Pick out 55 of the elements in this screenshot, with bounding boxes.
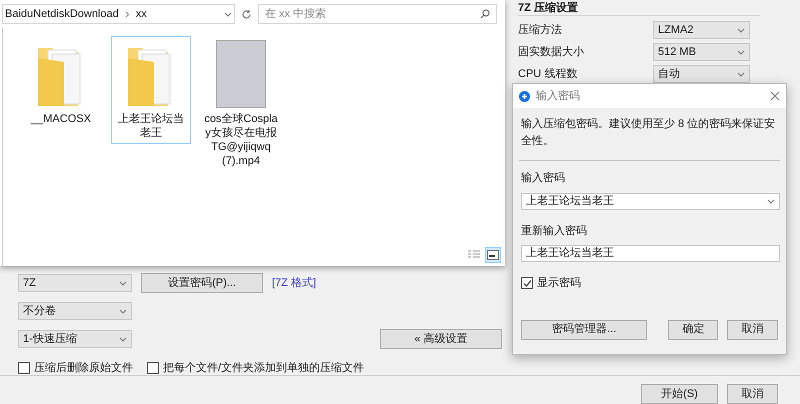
checkbox[interactable] (147, 362, 159, 374)
search-field[interactable]: 在 xx 中搜索 (258, 4, 497, 24)
setting-label: CPU 线程数 (518, 66, 578, 82)
dropdown[interactable]: LZMA2 (653, 21, 750, 39)
breadcrumb-item[interactable]: BaiduNetdiskDownload (5, 6, 119, 22)
file-name: cos全球Cosplay女孩尽在电报TG@yijiqwq(7).mp4 (203, 112, 279, 168)
setting-label: 固实数据大小 (518, 44, 585, 60)
address-bar[interactable]: BaiduNetdiskDownload xx (2, 4, 235, 24)
dropdown[interactable]: 自动 (653, 65, 750, 83)
checkbox-label: 把每个文件/文件夹添加到单独的压缩文件 (163, 360, 364, 376)
button[interactable]: 开始(S) (641, 384, 718, 404)
dropdown[interactable]: 512 MB (653, 43, 750, 61)
button[interactable]: « 高级设置 (380, 329, 502, 349)
file-item[interactable]: 上老王论坛当老王 (111, 36, 191, 144)
chevron-icon (737, 28, 745, 32)
button[interactable]: 取消 (727, 384, 778, 404)
chevron-icon (737, 50, 745, 54)
chevron-icon (119, 308, 127, 314)
dropdown[interactable]: 上老王论坛当老王 (521, 192, 780, 210)
section-title: 7Z 压缩设置 (518, 0, 579, 14)
chevron-icon (737, 72, 745, 76)
dialog-title: 输入密码 (536, 88, 580, 104)
button[interactable]: 密码管理器... (521, 320, 648, 340)
file-item[interactable]: __MACOSX (21, 36, 101, 130)
format-link[interactable]: [7Z 格式] (272, 274, 316, 292)
hint-text: 输入压缩包密码。建议使用至少 8 位的密码来保证安全性。 (521, 116, 776, 148)
checkbox[interactable] (521, 277, 533, 290)
field-label: 重新输入密码 (521, 224, 588, 238)
chevron-icon (119, 280, 127, 286)
breadcrumb-item[interactable]: xx (136, 6, 147, 22)
checkbox-label: 压缩后删除原始文件 (34, 360, 133, 376)
checkbox[interactable] (18, 362, 30, 374)
large-icons-view-icon[interactable] (485, 247, 501, 263)
button[interactable]: 设置密码(P)... (141, 273, 263, 293)
chevron-icon (124, 10, 130, 18)
app-icon (519, 90, 530, 102)
field-label: 输入密码 (521, 170, 566, 186)
file-item[interactable]: cos全球Cosplay女孩尽在电报TG@yijiqwq(7).mp4 (201, 36, 281, 172)
chevron-icon (119, 336, 127, 342)
search-icon (480, 9, 490, 19)
dropdown[interactable]: 1-快速压缩 (18, 330, 132, 348)
refresh-icon[interactable] (241, 8, 252, 20)
button[interactable]: 取消 (727, 320, 778, 340)
close-icon[interactable] (770, 91, 780, 101)
input-field[interactable]: 上老王论坛当老王 (521, 245, 780, 262)
dropdown[interactable]: 不分卷 (18, 302, 132, 320)
dropdown[interactable]: 7Z (18, 274, 132, 292)
file-name: __MACOSX (30, 112, 92, 126)
photo-placeholder (216, 40, 266, 108)
file-name: 上老王论坛当老王 (117, 112, 185, 140)
chevron-icon (767, 198, 775, 204)
button[interactable]: 确定 (668, 320, 718, 340)
setting-label: 压缩方法 (518, 22, 563, 38)
chevron-icon (224, 12, 232, 16)
checkbox-label: 显示密码 (537, 276, 581, 291)
